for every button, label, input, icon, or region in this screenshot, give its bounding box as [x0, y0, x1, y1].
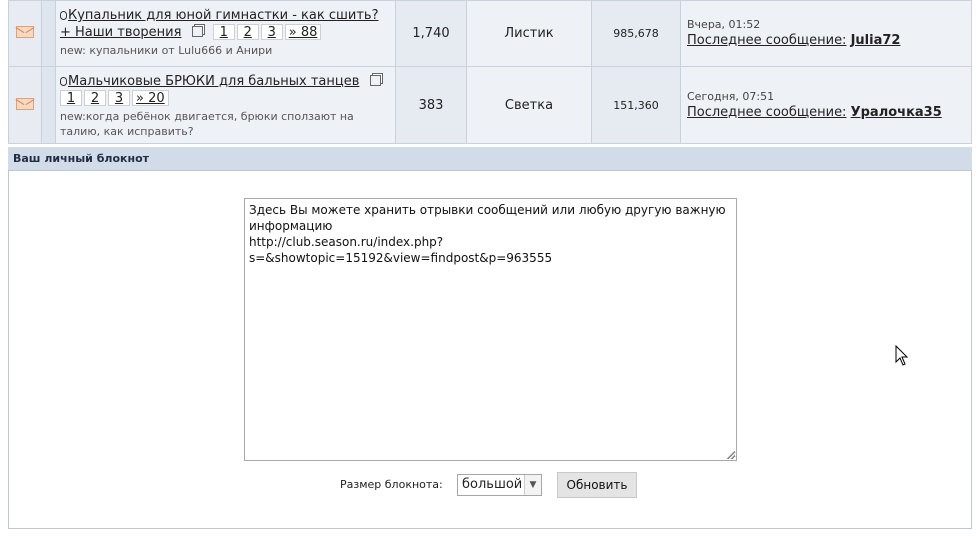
- chevron-down-icon[interactable]: ▼: [524, 475, 541, 495]
- envelope-icon: [16, 26, 34, 38]
- page-link[interactable]: 3: [260, 24, 283, 40]
- page-link[interactable]: 1: [60, 90, 82, 106]
- topic-marker-cell: [41, 66, 56, 144]
- topic-description: new:когда ребёнок двигается, брюки сполз…: [60, 110, 354, 138]
- last-page-link[interactable]: » 88: [284, 24, 322, 40]
- envelope-icon: [16, 97, 34, 110]
- last-post-user[interactable]: Julia72: [851, 33, 901, 48]
- topic-pages: 1 2 3» 88: [212, 24, 324, 41]
- last-post-link[interactable]: Последнее сообщение:: [687, 105, 846, 120]
- topic-title-cell: Купальник для юной гимнастки - как сшить…: [55, 0, 396, 67]
- attachment-icon: [60, 77, 67, 86]
- topic-status-cell: [8, 66, 42, 144]
- topic-author: Листик: [466, 0, 592, 67]
- topic-marker-cell: [41, 0, 56, 67]
- topic-row: Мальчиковые БРЮКИ для бальных танцев 123…: [8, 66, 972, 144]
- page-link[interactable]: 1: [212, 24, 235, 40]
- topic-pages: 1 2 3» 20: [60, 90, 171, 107]
- topic-status-cell: [8, 0, 42, 67]
- mouse-cursor-icon: [895, 345, 909, 366]
- notepad-size-label: Размер блокнота:: [340, 478, 443, 491]
- notepad-header: Ваш личный блокнот: [8, 147, 972, 171]
- last-page-link[interactable]: » 20: [132, 90, 169, 106]
- multipage-icon: [369, 75, 381, 86]
- page-link[interactable]: 2: [236, 24, 259, 40]
- page-link[interactable]: 2: [84, 90, 106, 106]
- topic-title-cell: Мальчиковые БРЮКИ для бальных танцев 123…: [55, 66, 396, 144]
- last-post-user[interactable]: Уралочка35: [851, 105, 942, 120]
- last-post-date: Вчера, 01:52: [687, 18, 761, 31]
- update-button[interactable]: Обновить: [557, 472, 637, 498]
- multipage-icon: [191, 26, 203, 37]
- attachment-icon: [60, 11, 67, 20]
- notepad-size-select[interactable]: большой ▼: [457, 474, 542, 496]
- page-link[interactable]: 3: [108, 90, 130, 106]
- last-post-cell: Сегодня, 07:51 Последнее сообщение: Урал…: [680, 66, 972, 144]
- replies-count: 383: [395, 66, 467, 144]
- topic-title-link[interactable]: Мальчиковые БРЮКИ для бальных танцев: [68, 74, 359, 89]
- notepad-size-row: Размер блокнота: большой ▼ Обновить: [0, 472, 980, 498]
- topic-author: Светка: [466, 66, 592, 144]
- notepad-size-value: большой: [462, 477, 523, 492]
- topic-description: new: купальники от Lulu666 и Анири: [60, 44, 273, 57]
- replies-count: 1,740: [395, 0, 467, 67]
- topics-table: Купальник для юной гимнастки - как сшить…: [8, 0, 972, 144]
- notepad-textarea[interactable]: Здесь Вы можете хранить отрывки сообщени…: [244, 198, 737, 461]
- last-post-cell: Вчера, 01:52 Последнее сообщение: Julia7…: [680, 0, 972, 67]
- last-post-link[interactable]: Последнее сообщение:: [687, 33, 846, 48]
- topic-row: Купальник для юной гимнастки - как сшить…: [8, 0, 972, 67]
- last-post-date: Сегодня, 07:51: [687, 89, 775, 103]
- views-count: 151,360: [591, 66, 681, 144]
- views-count: 985,678: [591, 0, 681, 67]
